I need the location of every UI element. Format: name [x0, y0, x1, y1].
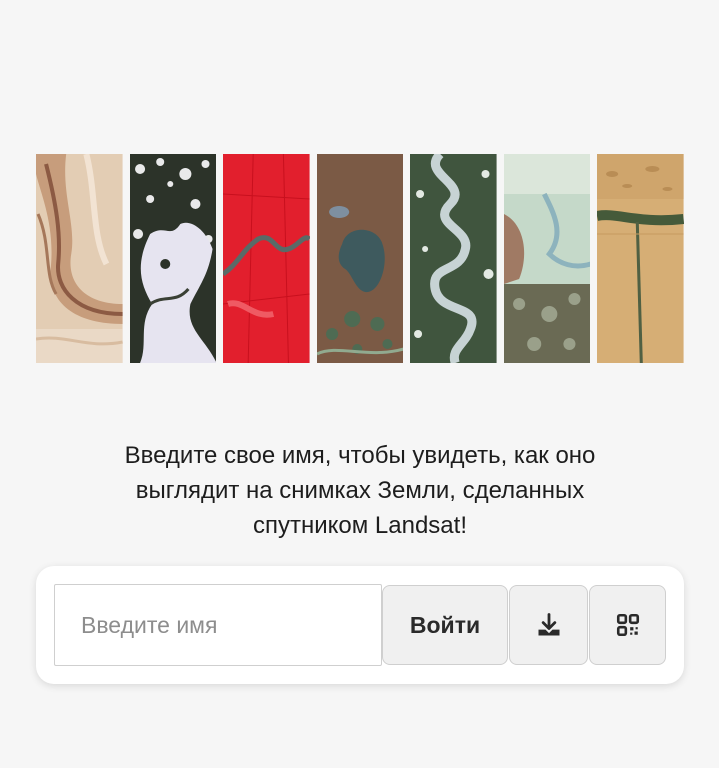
- satellite-tile-meander: [410, 154, 497, 363]
- login-button[interactable]: Войти: [382, 585, 508, 665]
- name-input[interactable]: [54, 584, 382, 666]
- prompt-text: Введите свое имя, чтобы увидеть, как оно…: [60, 438, 660, 543]
- satellite-tile-forest: [129, 154, 217, 363]
- prompt-line-1: Введите свое имя, чтобы увидеть, как оно: [124, 442, 596, 469]
- download-button[interactable]: [509, 585, 588, 665]
- qr-code-icon: [616, 613, 639, 637]
- satellite-tile-desert: [36, 154, 123, 363]
- satellite-tile-dunes: [597, 154, 685, 363]
- login-button-label: Войти: [409, 611, 481, 638]
- qr-code-button[interactable]: [589, 585, 666, 665]
- satellite-tile-red-river: [223, 154, 310, 363]
- satellite-tile-delta: [503, 154, 591, 363]
- name-form-card: Войти: [36, 566, 684, 684]
- download-icon: [538, 613, 559, 636]
- prompt-line-2: выглядит на снимках Земли, сделанных: [135, 477, 585, 504]
- satellite-image-strip: [36, 154, 685, 363]
- prompt-line-3: спутником Landsat!: [252, 512, 467, 539]
- satellite-tile-lake: [316, 154, 404, 363]
